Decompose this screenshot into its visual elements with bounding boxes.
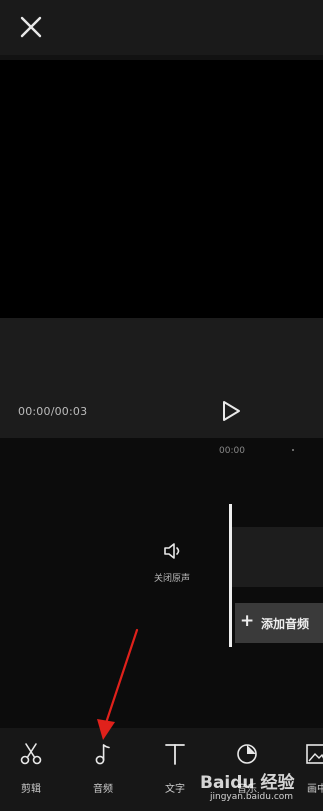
mute-original-audio-button[interactable]: 关闭原声 — [145, 540, 199, 590]
tool-text-label: 文字 — [165, 784, 185, 795]
tool-audio[interactable]: 音频 — [78, 742, 128, 802]
top-bar — [0, 0, 323, 55]
tool-pip-label: 画中 — [307, 784, 323, 795]
music-note-icon — [95, 744, 110, 765]
tool-edit[interactable]: 剪辑 — [6, 742, 56, 802]
mute-label: 关闭原声 — [153, 574, 190, 584]
playhead[interactable] — [229, 504, 232, 647]
add-audio-button[interactable]: + 添加音频 — [235, 603, 323, 643]
timecode: 00:00/00:03 — [18, 405, 88, 418]
scissors-icon — [20, 743, 42, 765]
speaker-icon — [164, 543, 180, 559]
plus-icon: + — [240, 611, 255, 631]
close-icon[interactable] — [14, 10, 48, 44]
tool-edit-label: 剪辑 — [21, 784, 41, 795]
ruler-time: 00:00 — [219, 446, 245, 456]
add-audio-label: 添加音频 — [261, 617, 310, 631]
tool-sticker-label: 音乐 — [237, 784, 257, 795]
video-preview — [0, 60, 323, 318]
picture-in-picture-icon — [306, 744, 323, 764]
video-clip[interactable] — [232, 527, 323, 587]
text-icon — [165, 744, 185, 765]
sticker-icon — [237, 744, 257, 764]
tool-audio-label: 音频 — [93, 784, 113, 795]
play-icon[interactable] — [218, 398, 244, 424]
tool-sticker[interactable]: 音乐 — [222, 742, 272, 802]
tool-text[interactable]: 文字 — [150, 742, 200, 802]
ruler-tick — [292, 449, 294, 451]
player-controls — [0, 318, 323, 438]
tool-pip[interactable]: 画中 — [292, 742, 323, 802]
